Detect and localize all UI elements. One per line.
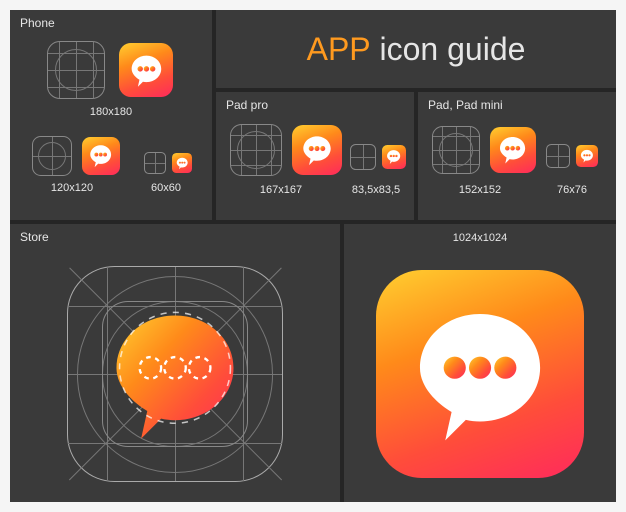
- phone-180-pair: [41, 38, 181, 102]
- title-section: APP icon guide: [216, 10, 616, 88]
- padmini-label: Pad, Pad mini: [428, 98, 503, 112]
- chat-bubble-icon: [292, 125, 342, 175]
- phone-label: Phone: [20, 16, 55, 30]
- padmini-76-pair: [546, 142, 602, 172]
- padmini-152-pair: [432, 124, 536, 178]
- page-title: APP icon guide: [307, 31, 526, 68]
- size-label-180: 180x180: [10, 106, 212, 118]
- grid-icon: [32, 136, 72, 176]
- grid-icon: [350, 144, 376, 170]
- chat-bubble-icon: [490, 127, 536, 173]
- chat-bubble-icon: [172, 153, 192, 173]
- render-section: 1024x1024: [344, 224, 616, 502]
- size-label-83: 83,5x83,5: [338, 184, 414, 196]
- title-bold: APP: [307, 31, 371, 67]
- grid-icon: [47, 41, 105, 99]
- padmini-section: Pad, Pad mini 152x152 76x: [418, 92, 616, 220]
- store-section: Store: [10, 224, 340, 502]
- grid-icon: [546, 144, 570, 168]
- grid-icon: [432, 126, 480, 174]
- chat-bubble-icon: [82, 137, 120, 175]
- store-construction-grid: [67, 266, 283, 482]
- size-label-152: 152x152: [428, 184, 532, 196]
- size-label-76: 76x76: [542, 184, 602, 196]
- phone-120-pair: [28, 134, 124, 180]
- chat-bubble-icon: [576, 145, 598, 167]
- phone-60-pair: [142, 148, 196, 178]
- phone-section: Phone 180x180: [10, 10, 212, 220]
- design-canvas: APP icon guide Phone 180x180: [10, 10, 616, 502]
- padpro-167-pair: [230, 122, 340, 180]
- size-label-167: 167x167: [226, 184, 336, 196]
- chat-bubble-icon: [382, 145, 406, 169]
- chat-bubble-icon: [119, 43, 173, 97]
- size-label-1024: 1024x1024: [344, 232, 616, 244]
- chat-bubble-outline-icon: [98, 297, 252, 451]
- size-label-60: 60x60: [134, 182, 198, 194]
- padpro-label: Pad pro: [226, 98, 268, 112]
- store-label: Store: [20, 230, 49, 244]
- grid-icon: [144, 152, 166, 174]
- size-label-120: 120x120: [24, 182, 120, 194]
- title-rest: icon guide: [371, 31, 526, 67]
- padpro-section: Pad pro 167x167 83,5x83,5: [216, 92, 414, 220]
- grid-icon: [230, 124, 282, 176]
- padpro-83-pair: [350, 142, 408, 172]
- chat-bubble-icon: [376, 270, 584, 478]
